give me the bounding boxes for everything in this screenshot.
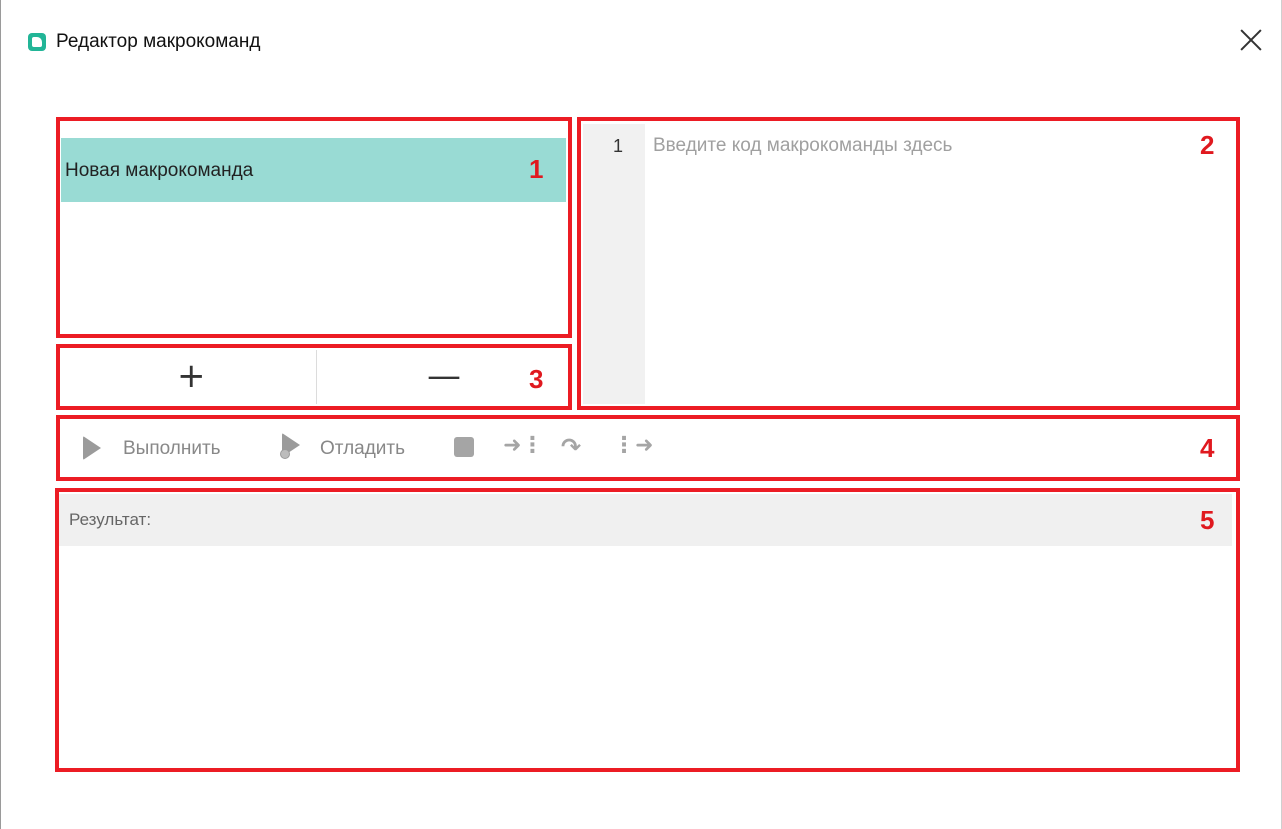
annotation-number-1: 1	[529, 154, 544, 184]
annotation-number-5: 5	[1200, 505, 1215, 535]
annotation-box-editor	[577, 117, 1240, 410]
close-icon[interactable]	[1237, 26, 1265, 54]
window-title: Редактор макрокоманд	[56, 31, 261, 52]
app-logo-icon	[28, 33, 46, 51]
macro-editor-window: Редактор макрокоманд Новая макрокоманда …	[0, 0, 1282, 829]
annotation-box-list	[56, 117, 572, 338]
annotation-box-toolbar	[56, 415, 1240, 481]
annotation-box-result	[55, 488, 1240, 772]
annotation-number-4: 4	[1200, 433, 1215, 463]
annotation-number-3: 3	[529, 364, 544, 394]
annotation-box-list-controls	[56, 344, 572, 410]
annotation-number-2: 2	[1200, 130, 1215, 160]
title-bar: Редактор макрокоманд	[1, 0, 1282, 80]
